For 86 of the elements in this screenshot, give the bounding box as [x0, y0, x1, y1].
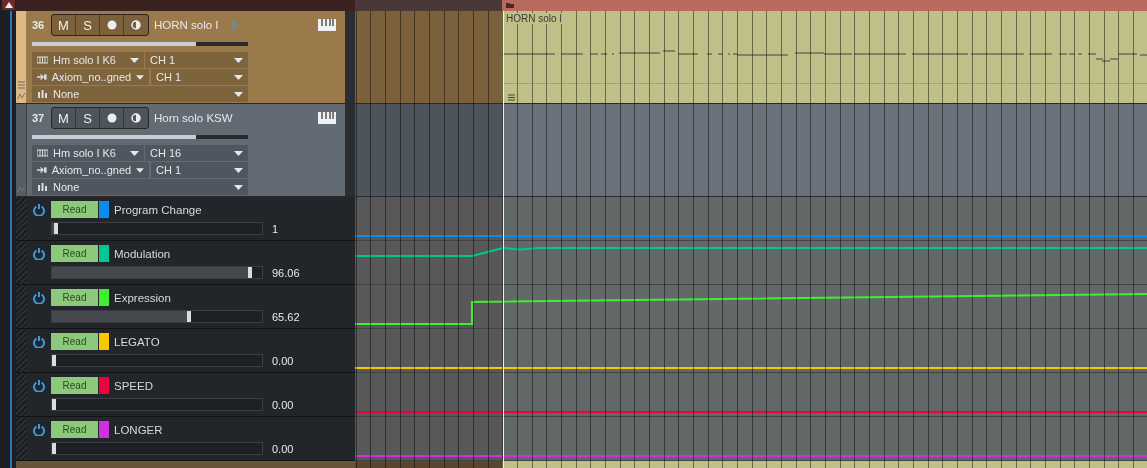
insert-dropdown[interactable]: None: [32, 179, 248, 195]
automation-mode-button[interactable]: Read: [51, 289, 98, 306]
caret-icon: [130, 150, 139, 156]
volume-slider[interactable]: [32, 135, 248, 139]
track-name: HORN solo I: [154, 19, 219, 31]
caret-icon: [234, 184, 243, 190]
value-reading: 0.00: [272, 354, 294, 367]
piano-keys-icon[interactable]: [318, 112, 336, 124]
instrument-dropdown[interactable]: Hm solo I K6: [32, 145, 144, 161]
automation-mode-button[interactable]: Read: [51, 245, 98, 262]
automation-mode-button[interactable]: Read: [51, 201, 98, 218]
channel-dropdown[interactable]: CH 1: [151, 162, 248, 178]
value-slider[interactable]: [51, 354, 263, 367]
power-icon[interactable]: [33, 335, 45, 348]
hatched-strip: [16, 285, 27, 328]
caret-icon: [234, 150, 243, 156]
caret-icon: [234, 74, 243, 80]
lines-icon[interactable]: [508, 94, 515, 101]
automation-mode-button[interactable]: Read: [51, 333, 98, 350]
track-name: Horn solo KSW: [154, 112, 233, 124]
mute-button[interactable]: M: [52, 15, 76, 35]
value-reading: 1: [272, 222, 279, 235]
power-icon[interactable]: [33, 203, 45, 216]
half-circle-icon: [131, 113, 141, 123]
channel-dropdown[interactable]: CH 1: [145, 52, 248, 68]
bars-icon: [37, 182, 48, 192]
value-slider[interactable]: [51, 442, 263, 455]
lane-name: Modulation: [114, 247, 171, 260]
piano-keys-icon[interactable]: [318, 19, 336, 31]
channel-dropdown[interactable]: CH 16: [145, 145, 248, 161]
caret-icon: [234, 57, 243, 63]
caret-icon: [136, 74, 144, 80]
region-name: HORN solo I: [506, 13, 563, 24]
half-circle-icon: [131, 20, 141, 30]
caret-icon: [136, 167, 144, 173]
lane-name: LEGATO: [114, 335, 160, 348]
volume-slider[interactable]: [32, 42, 248, 46]
track-header[interactable]: 37 M S Horn solo KSW Hm solo I K6 CH 16 Axiom_no..gned CH 1 None: [16, 104, 355, 197]
automation-mode-button[interactable]: Read: [51, 377, 98, 394]
insert-dropdown[interactable]: None: [32, 86, 248, 102]
value-reading: 0.00: [272, 398, 294, 411]
value-slider[interactable]: [51, 222, 263, 235]
bars-icon: [37, 89, 48, 99]
instrument-dropdown[interactable]: Hm solo I K6: [32, 52, 144, 68]
track-number: 37: [32, 112, 46, 124]
keyboard-icon: [37, 55, 48, 65]
power-icon[interactable]: [33, 247, 45, 260]
value-slider[interactable]: [51, 310, 263, 323]
lane-name: Program Change: [114, 203, 202, 216]
hatched-strip: [16, 197, 27, 240]
hatched-strip: [16, 373, 27, 416]
circle-icon: [106, 20, 117, 30]
hatched-strip: [16, 329, 27, 372]
circle-icon: [106, 113, 117, 123]
lane-name: LONGER: [114, 423, 163, 436]
value-reading: 96.06: [272, 266, 300, 279]
track-header[interactable]: 36 M S HORN solo I Hm solo I K6 CH 1 Axiom_no..gned CH 1 None: [16, 11, 355, 104]
midi-region[interactable]: HORN solo I: [502, 11, 1147, 103]
lane-name: Expression: [114, 291, 171, 304]
value-slider[interactable]: [51, 266, 263, 279]
caret-icon: [234, 91, 243, 97]
wave-icon[interactable]: [16, 92, 26, 100]
hatched-strip: [16, 241, 27, 284]
value-reading: 0.00: [272, 442, 294, 455]
value-slider[interactable]: [51, 398, 263, 411]
input-dropdown[interactable]: Axiom_no..gned: [32, 162, 149, 178]
solo-button[interactable]: S: [76, 108, 100, 128]
arrow-into-bar-icon: [37, 72, 47, 82]
automation-mode-button[interactable]: Read: [51, 421, 98, 438]
folder-icon: [506, 2, 514, 8]
input-dropdown[interactable]: Axiom_no..gned: [32, 69, 149, 85]
caret-icon: [234, 167, 243, 173]
solo-button[interactable]: S: [76, 15, 100, 35]
collapse-button[interactable]: [2, 0, 15, 10]
power-icon[interactable]: [33, 423, 45, 436]
lane-name: SPEED: [114, 379, 153, 392]
power-icon[interactable]: [33, 379, 45, 392]
power-icon[interactable]: [33, 291, 45, 304]
channel-dropdown[interactable]: CH 1: [151, 69, 248, 85]
caret-icon: [130, 57, 139, 63]
mute-button[interactable]: M: [52, 108, 76, 128]
track-number: 36: [32, 19, 46, 31]
keyboard-icon: [37, 148, 48, 158]
arrow-into-bar-icon: [37, 165, 47, 175]
value-reading: 65.62: [272, 310, 300, 323]
hatched-strip: [16, 417, 27, 460]
